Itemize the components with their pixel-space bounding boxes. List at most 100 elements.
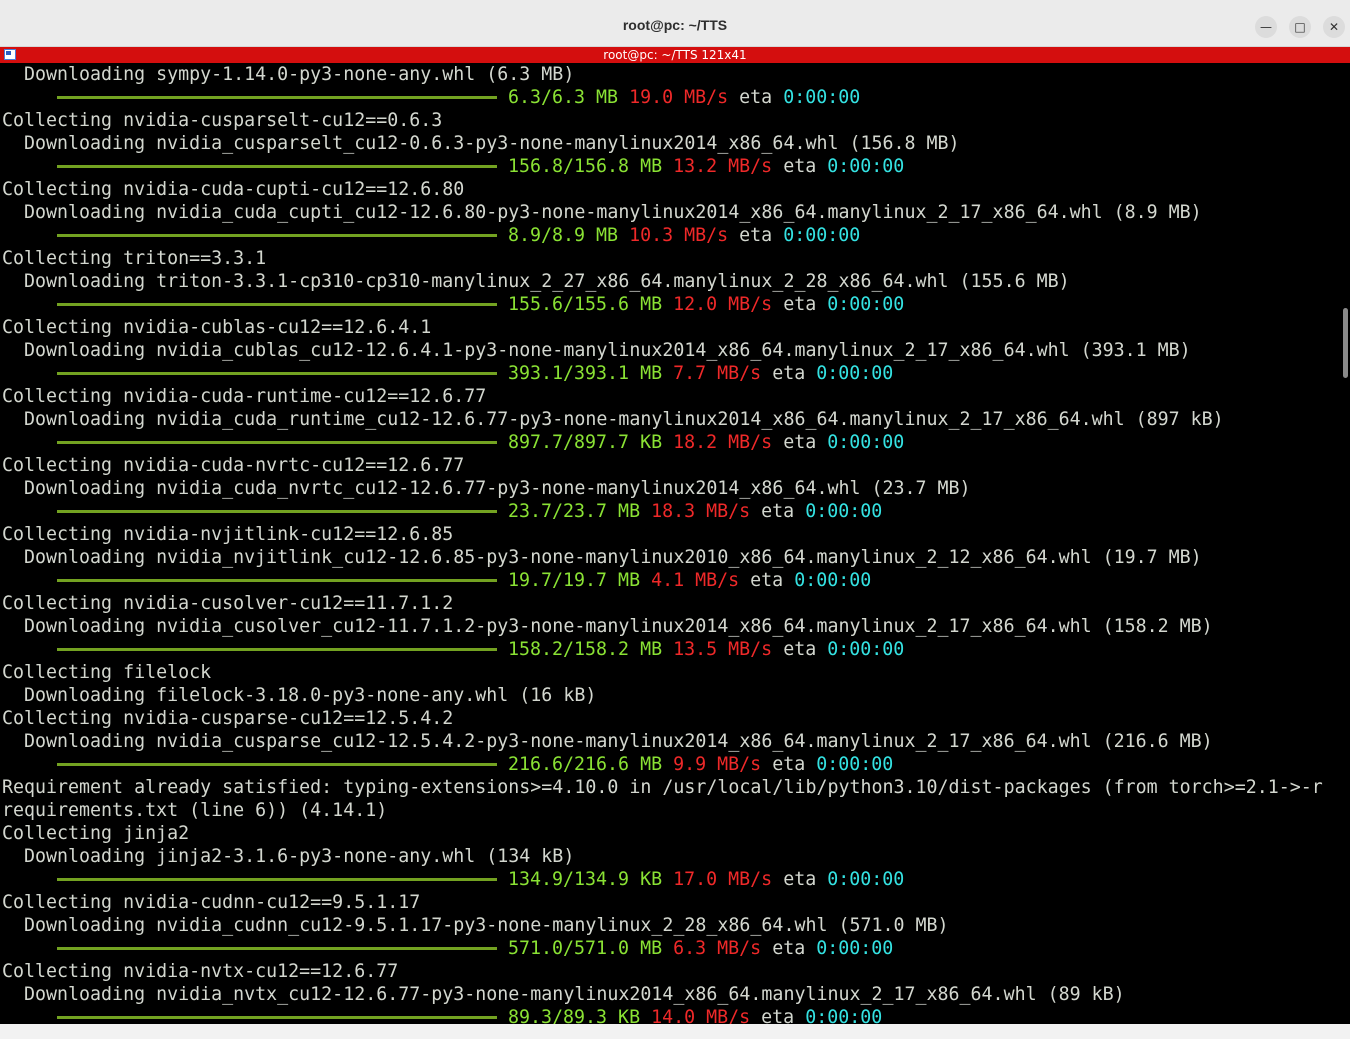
terminal-line: Downloading nvidia_cusparselt_cu12-0.6.3…: [2, 133, 960, 154]
terminal-line: Downloading nvidia_cuda_nvrtc_cu12-12.6.…: [2, 478, 971, 499]
progress-eta-label: eta: [772, 938, 806, 959]
scrollbar-thumb[interactable]: [1343, 308, 1348, 378]
progress-eta-label: eta: [739, 87, 773, 108]
terminal-output[interactable]: Downloading sympy-1.14.0-py3-none-any.wh…: [0, 63, 1341, 1024]
progress-line: 156.8/156.8 MB 13.2 MB/s eta 0:00:00: [508, 155, 904, 178]
terminal-line: Downloading nvidia_cuda_runtime_cu12-12.…: [2, 409, 1224, 430]
progress-size: 897.7/897.7 KB: [508, 432, 663, 453]
progress-size: 23.7/23.7 MB: [508, 501, 641, 522]
progress-bar: [57, 763, 497, 766]
progress-bar: [57, 234, 497, 237]
progress-eta-label: eta: [761, 501, 795, 522]
progress-eta: 0:00:00: [827, 869, 905, 890]
progress-eta: 0:00:00: [827, 156, 905, 177]
progress-eta: 0:00:00: [783, 87, 861, 108]
progress-speed: 4.1 MB/s: [651, 570, 740, 591]
terminal-line: Collecting nvidia-cuda-runtime-cu12==12.…: [2, 386, 487, 407]
progress-size: 89.3/89.3 KB: [508, 1007, 641, 1024]
progress-speed: 10.3 MB/s: [629, 225, 729, 246]
progress-line: 158.2/158.2 MB 13.5 MB/s eta 0:00:00: [508, 638, 904, 661]
terminal-line: Collecting triton==3.3.1: [2, 248, 267, 269]
terminal-line: Collecting nvidia-cublas-cu12==12.6.4.1: [2, 317, 432, 338]
progress-line: 897.7/897.7 KB 18.2 MB/s eta 0:00:00: [508, 431, 904, 454]
terminal-line: Downloading nvidia_cusolver_cu12-11.7.1.…: [2, 616, 1213, 637]
window-title: root@pc: ~/TTS: [622, 17, 728, 33]
terminal-line: Downloading sympy-1.14.0-py3-none-any.wh…: [2, 64, 575, 85]
progress-size: 134.9/134.9 KB: [508, 869, 663, 890]
progress-line: 19.7/19.7 MB 4.1 MB/s eta 0:00:00: [508, 569, 871, 592]
progress-speed: 18.3 MB/s: [651, 501, 751, 522]
terminal-line: Downloading triton-3.3.1-cp310-cp310-man…: [2, 271, 1070, 292]
terminal-line: Downloading jinja2-3.1.6-py3-none-any.wh…: [2, 846, 575, 867]
progress-bar: [57, 579, 497, 582]
progress-eta-label: eta: [783, 156, 817, 177]
close-button[interactable]: ✕: [1323, 16, 1345, 38]
progress-line: 216.6/216.6 MB 9.9 MB/s eta 0:00:00: [508, 753, 893, 776]
progress-bar: [57, 947, 497, 950]
progress-speed: 19.0 MB/s: [629, 87, 729, 108]
progress-line: 134.9/134.9 KB 17.0 MB/s eta 0:00:00: [508, 868, 904, 891]
progress-size: 19.7/19.7 MB: [508, 570, 641, 591]
progress-bar: [57, 441, 497, 444]
progress-size: 158.2/158.2 MB: [508, 639, 663, 660]
progress-eta: 0:00:00: [816, 363, 894, 384]
progress-eta: 0:00:00: [805, 1007, 883, 1024]
terminal-line: Downloading nvidia_cublas_cu12-12.6.4.1-…: [2, 340, 1191, 361]
progress-bar: [57, 96, 497, 99]
terminal-line: Collecting nvidia-nvtx-cu12==12.6.77: [2, 961, 399, 982]
terminal-tab-bar[interactable]: root@pc: ~/TTS 121x41: [0, 47, 1350, 63]
progress-eta: 0:00:00: [827, 639, 905, 660]
terminal-tab-title: root@pc: ~/TTS 121x41: [603, 48, 747, 62]
terminal-scrollbar[interactable]: [1341, 63, 1350, 1024]
progress-bar: [57, 1016, 497, 1019]
minimize-button[interactable]: —: [1255, 16, 1277, 38]
progress-size: 571.0/571.0 MB: [508, 938, 663, 959]
terminal-line: Collecting nvidia-cuda-nvrtc-cu12==12.6.…: [2, 455, 465, 476]
progress-eta-label: eta: [739, 225, 773, 246]
progress-eta: 0:00:00: [827, 432, 905, 453]
progress-bar: [57, 372, 497, 375]
terminal-line: requirements.txt (line 6)) (4.14.1): [2, 800, 388, 821]
progress-speed: 12.0 MB/s: [673, 294, 773, 315]
progress-size: 393.1/393.1 MB: [508, 363, 663, 384]
progress-size: 8.9/8.9 MB: [508, 225, 619, 246]
progress-bar: [57, 165, 497, 168]
progress-eta-label: eta: [783, 294, 817, 315]
progress-line: 571.0/571.0 MB 6.3 MB/s eta 0:00:00: [508, 937, 893, 960]
progress-size: 6.3/6.3 MB: [508, 87, 619, 108]
progress-eta: 0:00:00: [827, 294, 905, 315]
maximize-button[interactable]: □: [1289, 16, 1311, 38]
progress-eta-label: eta: [783, 639, 817, 660]
progress-bar: [57, 878, 497, 881]
terminal-line: Collecting nvidia-nvjitlink-cu12==12.6.8…: [2, 524, 454, 545]
progress-speed: 6.3 MB/s: [673, 938, 762, 959]
window-titlebar: root@pc: ~/TTS — □ ✕: [0, 0, 1350, 47]
progress-speed: 17.0 MB/s: [673, 869, 773, 890]
progress-eta: 0:00:00: [805, 501, 883, 522]
terminal-line: Downloading nvidia_nvjitlink_cu12-12.6.8…: [2, 547, 1202, 568]
progress-bar: [57, 648, 497, 651]
terminal-line: Downloading nvidia_cuda_cupti_cu12-12.6.…: [2, 202, 1202, 223]
terminal-line: Collecting nvidia-cusolver-cu12==11.7.1.…: [2, 593, 454, 614]
terminal-line: Collecting nvidia-cusparselt-cu12==0.6.3: [2, 110, 443, 131]
progress-eta-label: eta: [772, 363, 806, 384]
progress-line: 155.6/155.6 MB 12.0 MB/s eta 0:00:00: [508, 293, 904, 316]
progress-eta-label: eta: [783, 869, 817, 890]
progress-bar: [57, 303, 497, 306]
progress-eta-label: eta: [772, 754, 806, 775]
progress-size: 216.6/216.6 MB: [508, 754, 663, 775]
progress-size: 155.6/155.6 MB: [508, 294, 663, 315]
progress-speed: 9.9 MB/s: [673, 754, 762, 775]
terminal-line: Collecting nvidia-cuda-cupti-cu12==12.6.…: [2, 179, 465, 200]
progress-line: 8.9/8.9 MB 10.3 MB/s eta 0:00:00: [508, 224, 860, 247]
terminal-line: Requirement already satisfied: typing-ex…: [2, 777, 1323, 798]
progress-eta-label: eta: [783, 432, 817, 453]
progress-bar: [57, 510, 497, 513]
progress-speed: 18.2 MB/s: [673, 432, 773, 453]
progress-line: 89.3/89.3 KB 14.0 MB/s eta 0:00:00: [508, 1006, 882, 1024]
terminal-line: Collecting nvidia-cusparse-cu12==12.5.4.…: [2, 708, 454, 729]
progress-speed: 13.5 MB/s: [673, 639, 773, 660]
progress-speed: 14.0 MB/s: [651, 1007, 751, 1024]
window-bottom-edge: [0, 1024, 1350, 1039]
terminal-line: Downloading nvidia_nvtx_cu12-12.6.77-py3…: [2, 984, 1125, 1005]
